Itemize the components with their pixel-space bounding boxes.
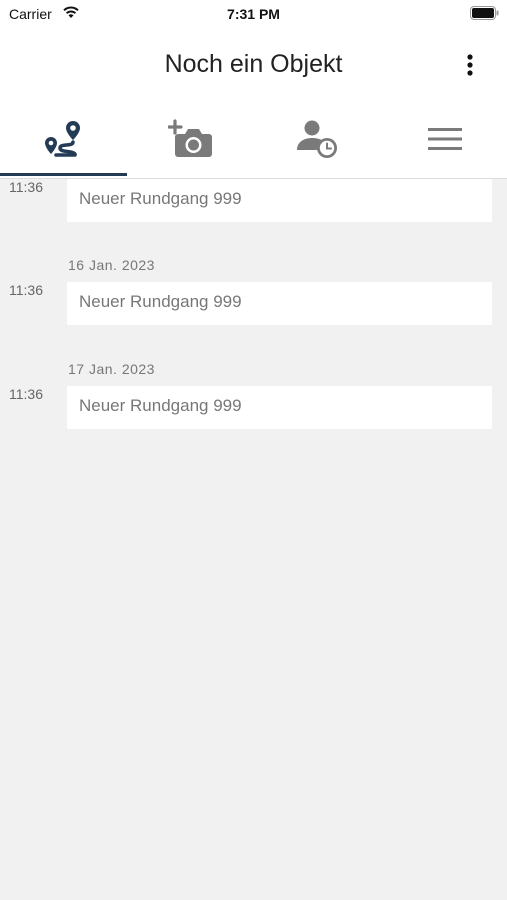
entry-title: Neuer Rundgang 999 (79, 189, 242, 208)
navigation-bar: Noch ein Objekt (0, 30, 507, 100)
battery-icon (470, 6, 499, 20)
menu-icon (427, 128, 462, 150)
route-icon (44, 121, 80, 157)
date-header: 17 Jan. 2023 (68, 361, 155, 377)
tab-menu[interactable] (381, 100, 507, 178)
entry-title: Neuer Rundgang 999 (79, 292, 242, 311)
entry-time: 11:36 (9, 386, 43, 402)
tab-add-photo[interactable] (127, 100, 254, 178)
more-vertical-icon (467, 54, 473, 76)
entry-card[interactable]: Neuer Rundgang 999 (67, 179, 492, 222)
tab-person-schedule[interactable] (254, 100, 381, 178)
status-bar: Carrier 7:31 PM (0, 0, 507, 30)
entry-time: 11:36 (9, 179, 43, 195)
active-tab-indicator (0, 173, 127, 176)
more-options-button[interactable] (455, 50, 485, 80)
page-title: Noch ein Objekt (164, 50, 343, 78)
tab-tours[interactable] (0, 100, 127, 178)
date-header: 16 Jan. 2023 (68, 257, 155, 273)
entry-time: 11:36 (9, 282, 43, 298)
clock: 7:31 PM (227, 6, 280, 22)
tour-list: 11:36 Neuer Rundgang 999 16 Jan. 2023 11… (0, 179, 507, 900)
add-photo-icon (167, 119, 212, 157)
entry-card[interactable]: Neuer Rundgang 999 (67, 282, 492, 325)
person-clock-icon (296, 120, 337, 158)
entry-card[interactable]: Neuer Rundgang 999 (67, 386, 492, 429)
entry-title: Neuer Rundgang 999 (79, 396, 242, 415)
tab-bar (0, 100, 507, 179)
